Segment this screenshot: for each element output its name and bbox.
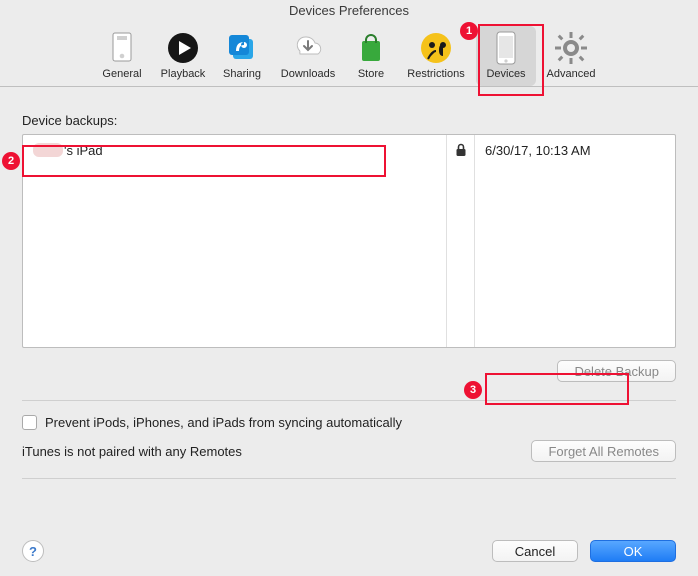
column-lock [447,135,475,347]
separator [22,400,676,401]
window-title: Devices Preferences [0,0,698,22]
tab-label: Playback [161,68,206,80]
tab-label: Store [358,68,384,80]
device-name-suffix: 's iPad [64,143,103,158]
tab-label: General [102,68,141,80]
devices-icon [488,30,524,66]
tab-playback[interactable]: Playback [152,26,214,86]
forget-all-remotes-button[interactable]: Forget All Remotes [531,440,676,462]
column-device-name: 's iPad [23,135,447,347]
remotes-status-label: iTunes is not paired with any Remotes [22,444,242,459]
preferences-toolbar: General Playback Sharing Downloads Store… [0,22,698,87]
table-row[interactable]: 's iPad [23,135,446,165]
tab-sharing[interactable]: Sharing [214,26,270,86]
cancel-button[interactable]: Cancel [492,540,578,562]
gear-icon [553,30,589,66]
content-area: Device backups: 's iPad 6/30/17, 10:13 A… [0,87,698,507]
separator [22,478,676,479]
tab-store[interactable]: Store [346,26,396,86]
tab-label: Devices [486,68,525,80]
tab-restrictions[interactable]: Restrictions [396,26,476,86]
tab-downloads[interactable]: Downloads [270,26,346,86]
general-icon [104,30,140,66]
sharing-icon [224,30,260,66]
device-backups-label: Device backups: [22,113,676,128]
column-date: 6/30/17, 10:13 AM [475,135,675,347]
tab-label: Restrictions [407,68,464,80]
prevent-sync-checkbox[interactable] [22,415,37,430]
tab-label: Downloads [281,68,335,80]
ok-button[interactable]: OK [590,540,676,562]
restrictions-icon [418,30,454,66]
delete-backup-button[interactable]: Delete Backup [557,360,676,382]
prevent-sync-checkbox-row[interactable]: Prevent iPods, iPhones, and iPads from s… [22,415,676,430]
store-icon [353,30,389,66]
tab-label: Sharing [223,68,261,80]
downloads-icon [290,30,326,66]
tab-devices[interactable]: Devices [476,26,536,86]
help-button[interactable]: ? [22,540,44,562]
prevent-sync-label: Prevent iPods, iPhones, and iPads from s… [45,415,402,430]
lock-icon [455,143,467,157]
tab-label: Advanced [547,68,596,80]
tab-general[interactable]: General [92,26,152,86]
redacted-name [33,143,63,157]
footer: ? Cancel OK [22,540,676,562]
tab-advanced[interactable]: Advanced [536,26,606,86]
date-cell: 6/30/17, 10:13 AM [475,135,675,165]
device-backups-table[interactable]: 's iPad 6/30/17, 10:13 AM [22,134,676,348]
lock-cell [447,135,474,165]
play-icon [165,30,201,66]
